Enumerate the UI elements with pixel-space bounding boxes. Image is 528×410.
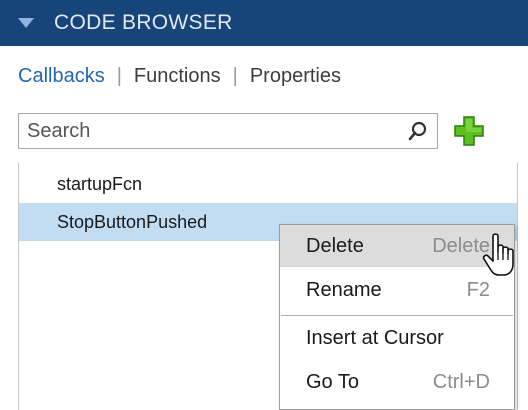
context-menu: Delete Delete Rename F2 Insert at Cursor… (279, 224, 515, 410)
list-item[interactable]: startupFcn (19, 165, 517, 203)
search-box (18, 113, 438, 149)
menu-item-label: Insert at Cursor (306, 326, 444, 349)
menu-item-shortcut: Ctrl+D (432, 370, 490, 393)
collapse-triangle-icon[interactable] (18, 18, 34, 28)
menu-item-insert-at-cursor[interactable]: Insert at Cursor (280, 317, 514, 359)
tab-properties[interactable]: Properties (250, 65, 341, 88)
tab-functions[interactable]: Functions (134, 65, 221, 88)
list-item-label: StopButtonPushed (57, 212, 208, 232)
menu-item-label: Delete (306, 234, 364, 257)
menu-item-label: Go To (306, 370, 359, 393)
code-browser-header[interactable]: CODE BROWSER (0, 0, 528, 46)
tab-callbacks[interactable]: Callbacks (18, 65, 105, 88)
search-input[interactable] (19, 114, 387, 148)
menu-item-shortcut: F2 (466, 278, 490, 301)
menu-item-go-to[interactable]: Go To Ctrl+D (280, 361, 514, 403)
panel-title: CODE BROWSER (54, 11, 233, 34)
menu-item-label: Rename (306, 278, 382, 301)
tab-separator: | (116, 64, 122, 87)
menu-item-delete[interactable]: Delete Delete (280, 225, 514, 267)
hand-pointer-icon (482, 233, 514, 276)
list-item-label: startupFcn (57, 174, 143, 194)
search-icon[interactable] (407, 120, 429, 142)
tab-separator: | (232, 64, 238, 87)
add-plus-icon[interactable] (453, 115, 485, 147)
tab-bar: Callbacks | Functions | Properties (0, 46, 528, 106)
menu-item-rename[interactable]: Rename F2 (280, 269, 514, 311)
menu-divider (281, 315, 513, 316)
